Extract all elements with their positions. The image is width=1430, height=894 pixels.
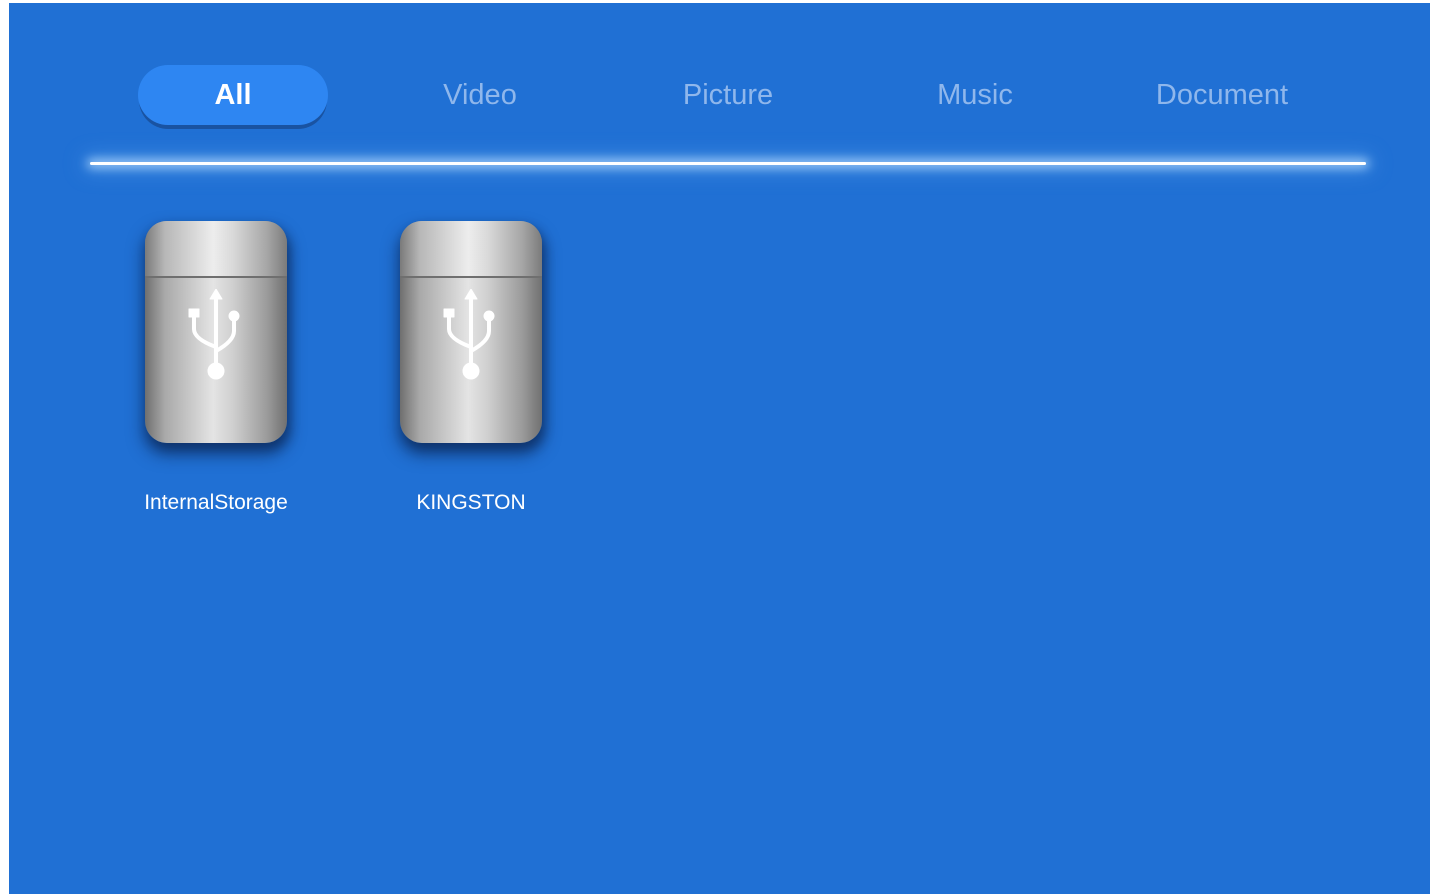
file-browser-screen: All Video Picture Music Document Interna… <box>9 3 1430 894</box>
usb-drive-icon <box>400 221 542 443</box>
drive-internal-storage[interactable]: InternalStorage <box>109 221 309 531</box>
drive-cap <box>400 221 542 278</box>
drive-kingston[interactable]: KINGSTON <box>364 221 564 531</box>
drive-label: InternalStorage <box>144 491 288 514</box>
usb-symbol-icon <box>188 289 240 380</box>
tab-music[interactable]: Music <box>880 65 1070 125</box>
usb-drive-icon <box>145 221 287 443</box>
usb-symbol-icon <box>443 289 495 380</box>
tab-video[interactable]: Video <box>385 65 575 125</box>
tab-all[interactable]: All <box>138 65 328 125</box>
category-tab-bar: All Video Picture Music Document <box>9 61 1430 141</box>
tab-document[interactable]: Document <box>1127 65 1317 125</box>
drive-label: KINGSTON <box>416 491 526 514</box>
tab-divider <box>90 162 1366 165</box>
drive-cap <box>145 221 287 278</box>
tab-picture[interactable]: Picture <box>633 65 823 125</box>
